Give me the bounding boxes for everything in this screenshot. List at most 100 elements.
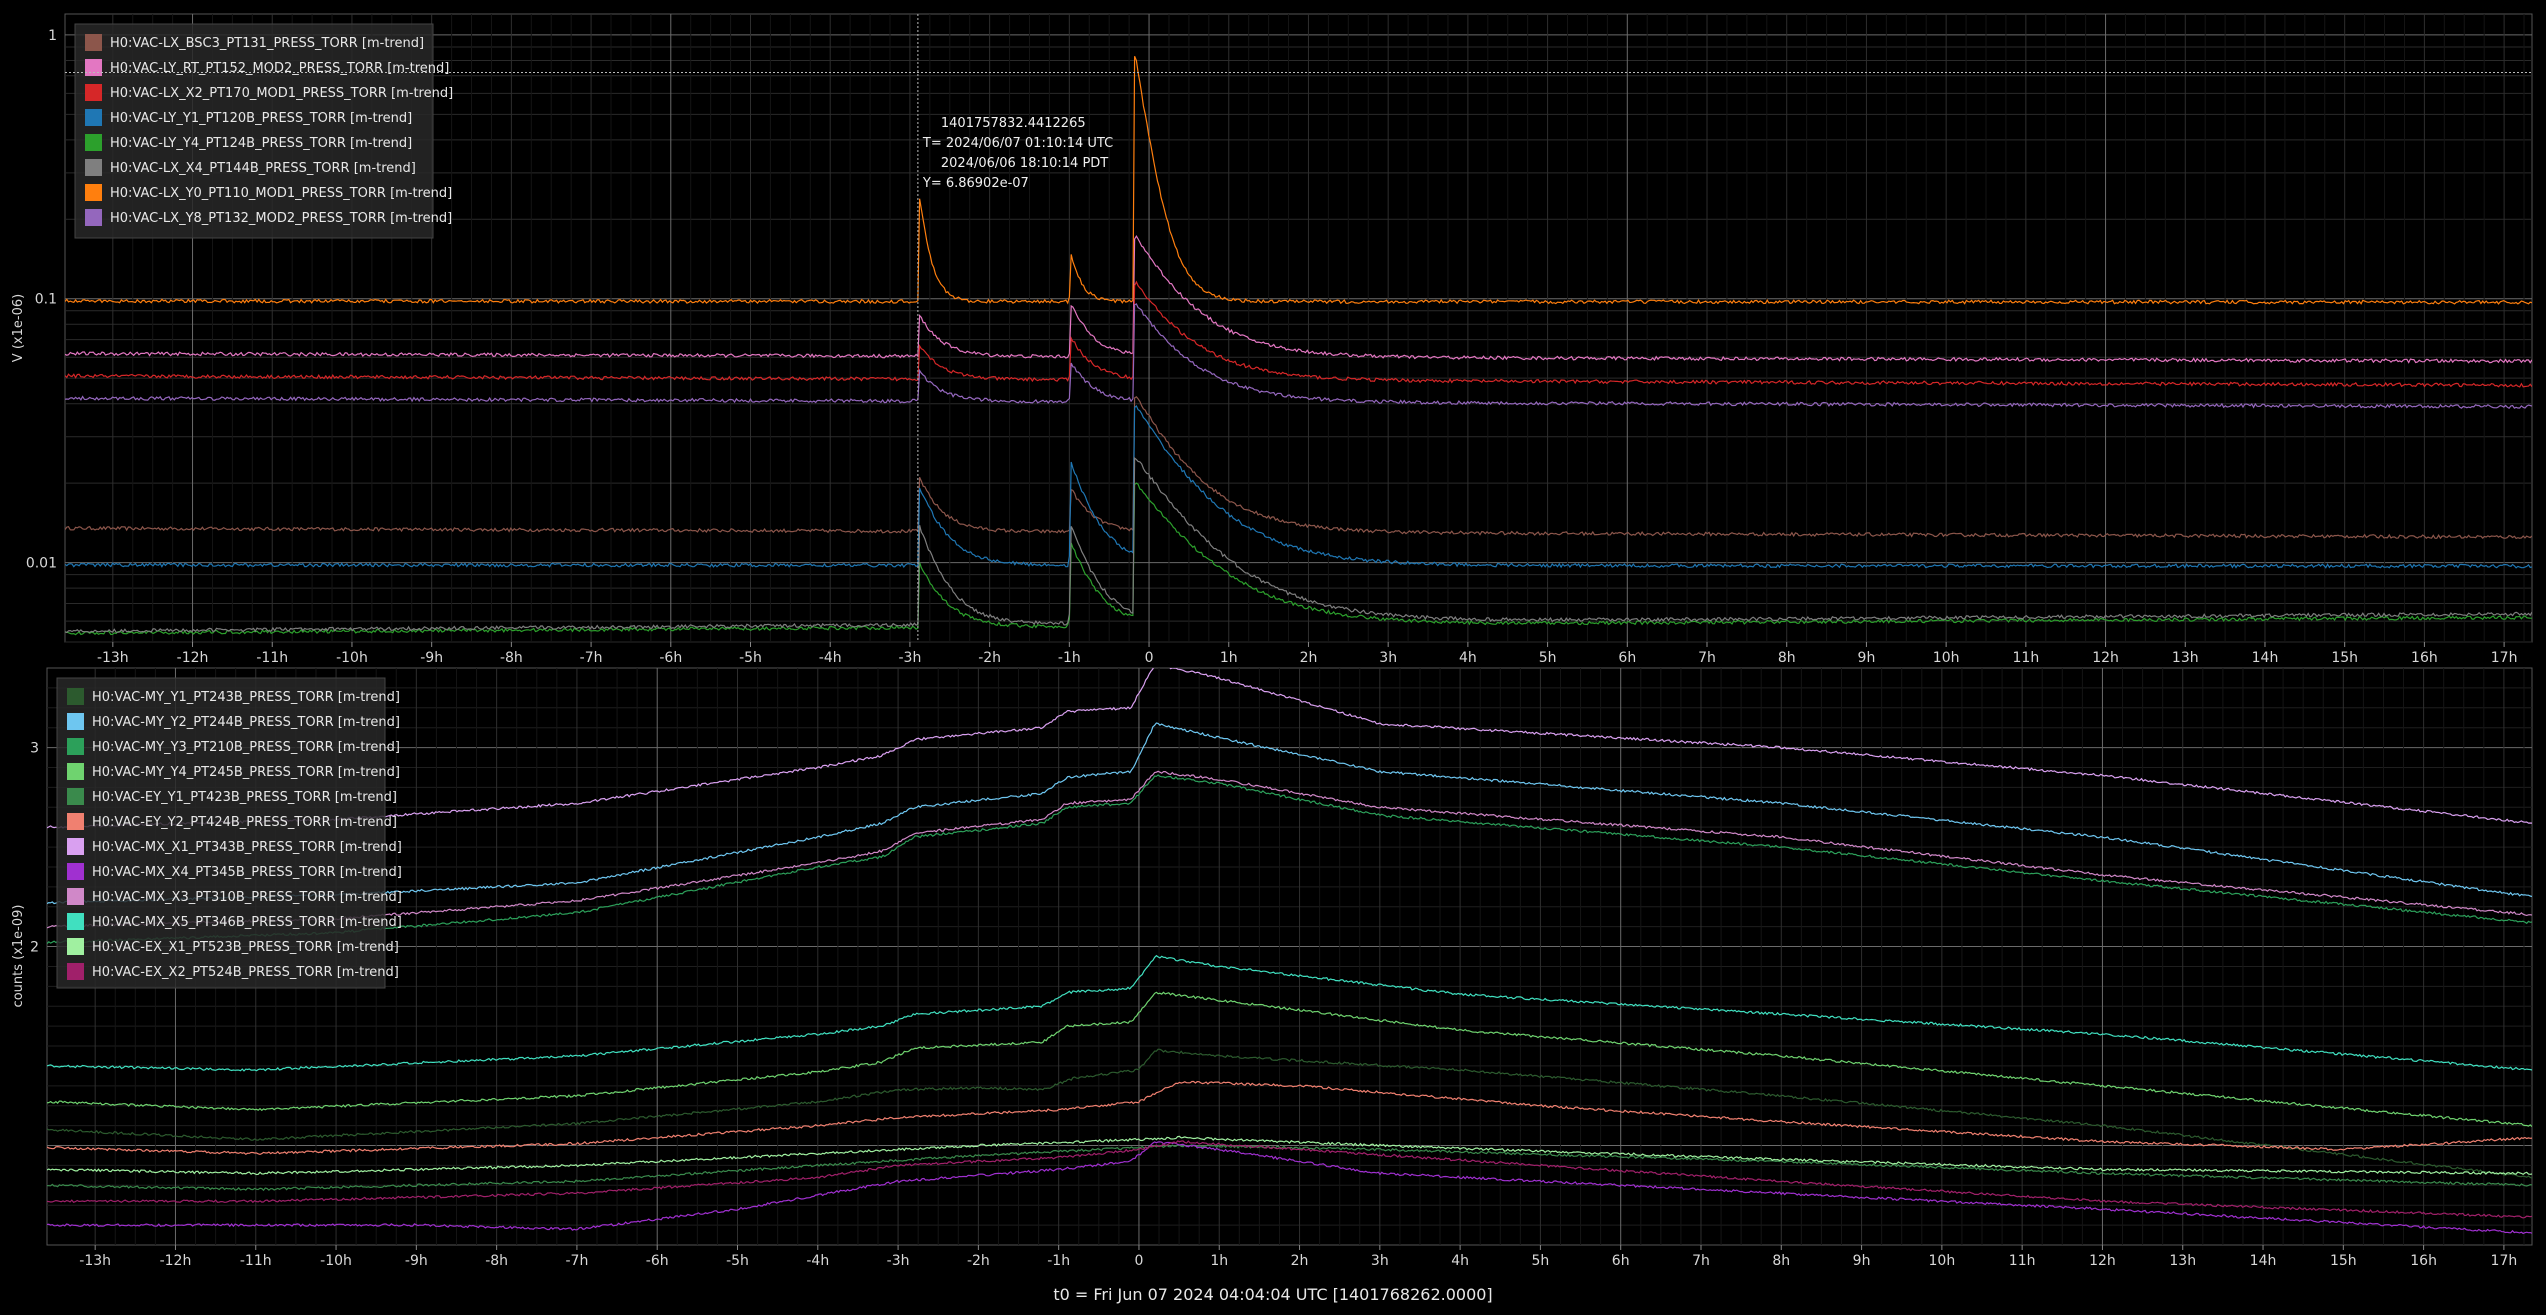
legend-entry[interactable]: H0:VAC-MX_X4_PT345B_PRESS_TORR [m-trend] — [92, 865, 402, 880]
legend-entry[interactable]: H0:VAC-MY_Y2_PT244B_PRESS_TORR [m-trend] — [92, 715, 400, 730]
legend-entry[interactable]: H0:VAC-EY_Y1_PT423B_PRESS_TORR [m-trend] — [92, 790, 397, 805]
x-tick-label: 17h — [2491, 1253, 2518, 1269]
legend-entry[interactable]: H0:VAC-EX_X2_PT524B_PRESS_TORR [m-trend] — [92, 965, 399, 980]
legend-swatch[interactable] — [85, 84, 102, 101]
legend-swatch[interactable] — [67, 863, 84, 880]
x-tick-label: 12h — [2089, 1253, 2116, 1269]
legend: H0:VAC-LX_BSC3_PT131_PRESS_TORR [m-trend… — [74, 23, 453, 239]
legend-entry[interactable]: H0:VAC-MX_X5_PT346B_PRESS_TORR [m-trend] — [92, 915, 402, 930]
legend-swatch[interactable] — [67, 888, 84, 905]
x-tick-label: -5h — [739, 650, 762, 666]
x-tick-label: 8h — [1772, 1253, 1790, 1269]
hover-readout-line: 1401757832.4412265 — [941, 116, 1086, 131]
legend-entry[interactable]: H0:VAC-MY_Y3_PT210B_PRESS_TORR [m-trend] — [92, 740, 400, 755]
chart-canvas: -13h -12h -11h -10h -9h -8h -7h -6h -5h -4h -3h -2h… — [11, 13, 2533, 1304]
x-tick-label: 8h — [1778, 650, 1796, 666]
x-tick-label: 9h — [1858, 650, 1876, 666]
x-tick-label: 3h — [1379, 650, 1397, 666]
x-tick-label: 7h — [1698, 650, 1716, 666]
x-tick-label: 14h — [2250, 1253, 2277, 1269]
x-tick-label: -11h — [256, 650, 288, 666]
legend-swatch[interactable] — [67, 838, 84, 855]
x-tick-label: -12h — [160, 1253, 192, 1269]
x-tick-label: 0 — [1134, 1253, 1143, 1269]
legend-box — [74, 23, 434, 239]
legend-entry[interactable]: H0:VAC-LX_X2_PT170_MOD1_PRESS_TORR [m-tr… — [110, 86, 453, 101]
legend-swatch[interactable] — [85, 109, 102, 126]
x-tick-label: 2h — [1291, 1253, 1309, 1269]
y-tick-label: 3 — [30, 741, 39, 757]
x-tick-label: -6h — [659, 650, 682, 666]
legend-swatch[interactable] — [85, 209, 102, 226]
legend-entry[interactable]: H0:VAC-MX_X1_PT343B_PRESS_TORR [m-trend] — [92, 840, 402, 855]
x-tick-label: 1h — [1220, 650, 1238, 666]
x-tick-label: -10h — [336, 650, 368, 666]
legend-swatch[interactable] — [67, 738, 84, 755]
x-tick-label: 15h — [2330, 1253, 2357, 1269]
legend-swatch[interactable] — [85, 134, 102, 151]
x-tick-label: -8h — [500, 650, 523, 666]
x-tick-label: 6h — [1612, 1253, 1630, 1269]
legend-entry[interactable]: H0:VAC-LX_Y0_PT110_MOD1_PRESS_TORR [m-tr… — [110, 186, 452, 201]
x-tick-label: 12h — [2092, 650, 2119, 666]
legend-entry[interactable]: H0:VAC-LY_Y4_PT124B_PRESS_TORR [m-trend] — [110, 136, 412, 151]
legend-swatch[interactable] — [85, 59, 102, 76]
x-tick-label: -11h — [240, 1253, 272, 1269]
legend-entry[interactable]: H0:VAC-MX_X3_PT310B_PRESS_TORR [m-trend] — [92, 890, 402, 905]
legend-entry[interactable]: H0:VAC-MY_Y1_PT243B_PRESS_TORR [m-trend] — [92, 690, 400, 705]
x-tick-label: 16h — [2411, 650, 2438, 666]
x-tick-label: 1h — [1210, 1253, 1228, 1269]
legend-swatch[interactable] — [67, 938, 84, 955]
legend-swatch[interactable] — [67, 763, 84, 780]
x-tick-label: 0 — [1145, 650, 1154, 666]
y-axis-label: V (x1e-06) — [11, 294, 26, 362]
x-tick-label: 13h — [2172, 650, 2199, 666]
x-tick-label: 7h — [1692, 1253, 1710, 1269]
x-tick-label: 3h — [1371, 1253, 1389, 1269]
x-tick-label: 13h — [2169, 1253, 2196, 1269]
y-axis-label: counts (x1e-09) — [11, 905, 26, 1008]
x-tick-label: -13h — [79, 1253, 111, 1269]
hover-readout-line: Y= 6.86902e-07 — [922, 176, 1029, 191]
x-tick-label: -13h — [97, 650, 129, 666]
legend-swatch[interactable] — [85, 184, 102, 201]
x-tick-label: 6h — [1618, 650, 1636, 666]
x-tick-label: 16h — [2410, 1253, 2437, 1269]
legend-entry[interactable]: H0:VAC-EY_Y2_PT424B_PRESS_TORR [m-trend] — [92, 815, 397, 830]
x-tick-label: 9h — [1853, 1253, 1871, 1269]
y-tick-label: 2 — [30, 940, 39, 956]
x-tick-label: 10h — [1933, 650, 1960, 666]
legend-swatch[interactable] — [67, 913, 84, 930]
legend-swatch[interactable] — [67, 788, 84, 805]
bottom-panel: -13h -12h -11h -10h -9h -8h -7h -6h -5h -4h -3h -2h… — [11, 667, 2533, 1269]
x-tick-label: -2h — [967, 1253, 990, 1269]
x-tick-label: 4h — [1451, 1253, 1469, 1269]
legend-swatch[interactable] — [85, 34, 102, 51]
legend-entry[interactable]: H0:VAC-MY_Y4_PT245B_PRESS_TORR [m-trend] — [92, 765, 400, 780]
legend: H0:VAC-MY_Y1_PT243B_PRESS_TORR [m-trend]… — [56, 677, 402, 989]
x-tick-label: -3h — [898, 650, 921, 666]
legend-entry[interactable]: H0:VAC-LX_Y8_PT132_MOD2_PRESS_TORR [m-tr… — [110, 211, 452, 226]
x-tick-label: 10h — [1929, 1253, 1956, 1269]
legend-swatch[interactable] — [67, 688, 84, 705]
legend-entry[interactable]: H0:VAC-LX_X4_PT144B_PRESS_TORR [m-trend] — [110, 161, 416, 176]
legend-entry[interactable]: H0:VAC-LY_RT_PT152_MOD2_PRESS_TORR [m-tr… — [110, 61, 449, 76]
x-tick-label: -6h — [646, 1253, 669, 1269]
x-tick-label: -9h — [405, 1253, 428, 1269]
x-tick-label: -8h — [485, 1253, 508, 1269]
hover-readout-line: T= 2024/06/07 01:10:14 UTC — [922, 136, 1113, 151]
x-tick-label: -9h — [420, 650, 443, 666]
legend-swatch[interactable] — [67, 963, 84, 980]
legend-swatch[interactable] — [67, 813, 84, 830]
x-tick-label: -4h — [819, 650, 842, 666]
legend-entry[interactable]: H0:VAC-LX_BSC3_PT131_PRESS_TORR [m-trend… — [110, 36, 424, 51]
legend-entry[interactable]: H0:VAC-EX_X1_PT523B_PRESS_TORR [m-trend] — [92, 940, 399, 955]
x-tick-label: 4h — [1459, 650, 1477, 666]
legend-entry[interactable]: H0:VAC-LY_Y1_PT120B_PRESS_TORR [m-trend] — [110, 111, 412, 126]
x-tick-label: -4h — [806, 1253, 829, 1269]
y-tick-label: 0.1 — [35, 292, 57, 308]
legend-swatch[interactable] — [67, 713, 84, 730]
legend-swatch[interactable] — [85, 159, 102, 176]
x-tick-label: 2h — [1300, 650, 1318, 666]
x-tick-label: 14h — [2252, 650, 2279, 666]
